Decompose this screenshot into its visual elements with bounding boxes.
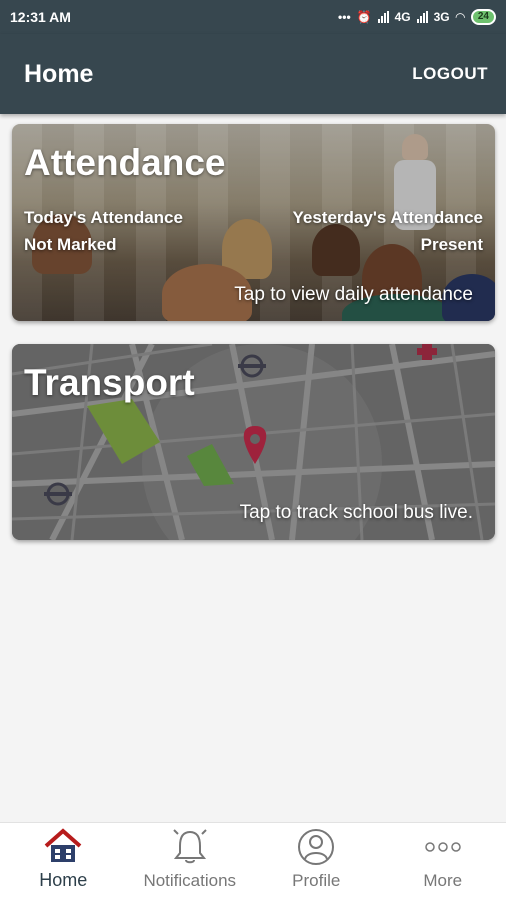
wifi-icon: ◠ [455,10,465,24]
status-time: 12:31 AM [10,9,71,25]
attendance-hint: Tap to view daily attendance [234,284,473,305]
signal-icon [377,11,389,23]
transport-title: Transport [24,362,195,403]
nav-more[interactable]: More [380,823,506,900]
network-type-1: 4G [394,10,411,24]
app-bar: Home LOGOUT [0,34,506,114]
more-dots-icon: ••• [338,10,351,24]
transport-card[interactable]: Transport Tap to track school bus live. [12,344,495,540]
logout-button[interactable]: LOGOUT [412,64,488,84]
yesterday-attendance-label: Yesterday's Attendance [292,208,484,227]
attendance-title: Attendance [24,142,226,183]
yesterday-attendance: Yesterday's Attendance Present [293,204,484,258]
more-icon [423,827,463,867]
nav-notifications-label: Notifications [143,871,237,890]
today-attendance-label: Today's Attendance [24,208,183,227]
yesterday-attendance-value: Present [420,235,483,254]
network-type-2: 3G [433,10,450,24]
bell-icon [170,827,210,867]
nav-home[interactable]: Home [0,823,127,900]
nav-notifications[interactable]: Notifications [127,823,254,900]
nav-profile[interactable]: Profile [253,823,380,900]
today-attendance: Today's Attendance Not Marked [24,204,183,258]
attendance-card[interactable]: Attendance Today's Attendance Not Marked… [12,124,495,321]
status-bar: 12:31 AM ••• ⏰ 4G 3G ◠ 24 [0,0,506,34]
nav-profile-label: Profile [292,871,341,890]
signal-icon-2 [416,11,428,23]
transport-hint: Tap to track school bus live. [239,502,473,523]
battery-icon: 24 [470,9,496,25]
today-attendance-value: Not Marked [24,235,117,254]
profile-icon [296,827,336,867]
nav-more-label: More [423,871,463,890]
home-icon [43,826,83,866]
status-icons: ••• ⏰ 4G 3G ◠ 24 [338,9,496,25]
nav-home-label: Home [39,870,88,890]
alarm-icon: ⏰ [356,10,372,24]
bottom-navigation: Home Notifications Profile More [0,822,506,900]
page-title: Home [24,59,94,88]
